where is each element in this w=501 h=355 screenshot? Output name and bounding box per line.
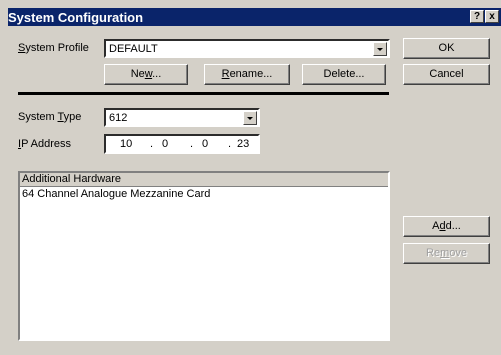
add-hardware-button[interactable]: Add... — [403, 216, 490, 237]
delete-profile-button[interactable]: Delete... — [302, 64, 386, 85]
system-profile-value: DEFAULT — [109, 43, 158, 55]
dialog-body: System Profile DEFAULT OK Cancel New... … — [8, 26, 501, 355]
ip-address-field[interactable]: 10 . 0 . 0 . 23 — [104, 134, 260, 154]
ip-octet-4[interactable]: 23 — [237, 138, 249, 150]
system-configuration-dialog: System Configuration ? x System Profile … — [0, 0, 501, 355]
ip-octet-2[interactable]: 0 — [162, 138, 168, 150]
ip-address-label: IP Address — [18, 138, 72, 150]
system-profile-label-rest: ystem Profile — [25, 42, 89, 54]
ip-dot: . — [190, 138, 194, 150]
ip-dot: . — [150, 138, 154, 150]
system-type-dropdown[interactable]: 612 — [104, 108, 260, 127]
additional-hardware-list[interactable]: Additional Hardware 64 Channel Analogue … — [18, 171, 390, 341]
list-header[interactable]: Additional Hardware — [20, 173, 388, 187]
help-button[interactable]: ? — [470, 10, 484, 23]
separator — [18, 92, 389, 95]
ip-dot: . — [228, 138, 232, 150]
remove-hardware-button: Remove — [403, 243, 490, 264]
close-button[interactable]: x — [485, 10, 499, 23]
system-type-value: 612 — [109, 112, 128, 124]
system-type-label: System Type — [18, 111, 82, 123]
list-item[interactable]: 64 Channel Analogue Mezzanine Card — [22, 188, 210, 200]
window-title: System Configuration — [8, 10, 144, 25]
chevron-down-icon[interactable] — [243, 111, 257, 125]
ok-button[interactable]: OK — [403, 38, 490, 59]
ip-octet-1[interactable]: 10 — [120, 138, 132, 150]
list-header-label: Additional Hardware — [22, 173, 122, 185]
system-profile-label: System Profile — [18, 42, 89, 54]
rename-profile-button[interactable]: Rename... — [204, 64, 290, 85]
new-profile-button[interactable]: New... — [104, 64, 188, 85]
chevron-down-icon[interactable] — [373, 42, 387, 56]
system-profile-dropdown[interactable]: DEFAULT — [104, 39, 390, 58]
ip-octet-3[interactable]: 0 — [202, 138, 208, 150]
cancel-button[interactable]: Cancel — [403, 64, 490, 85]
title-bar[interactable]: System Configuration ? x — [8, 8, 501, 26]
